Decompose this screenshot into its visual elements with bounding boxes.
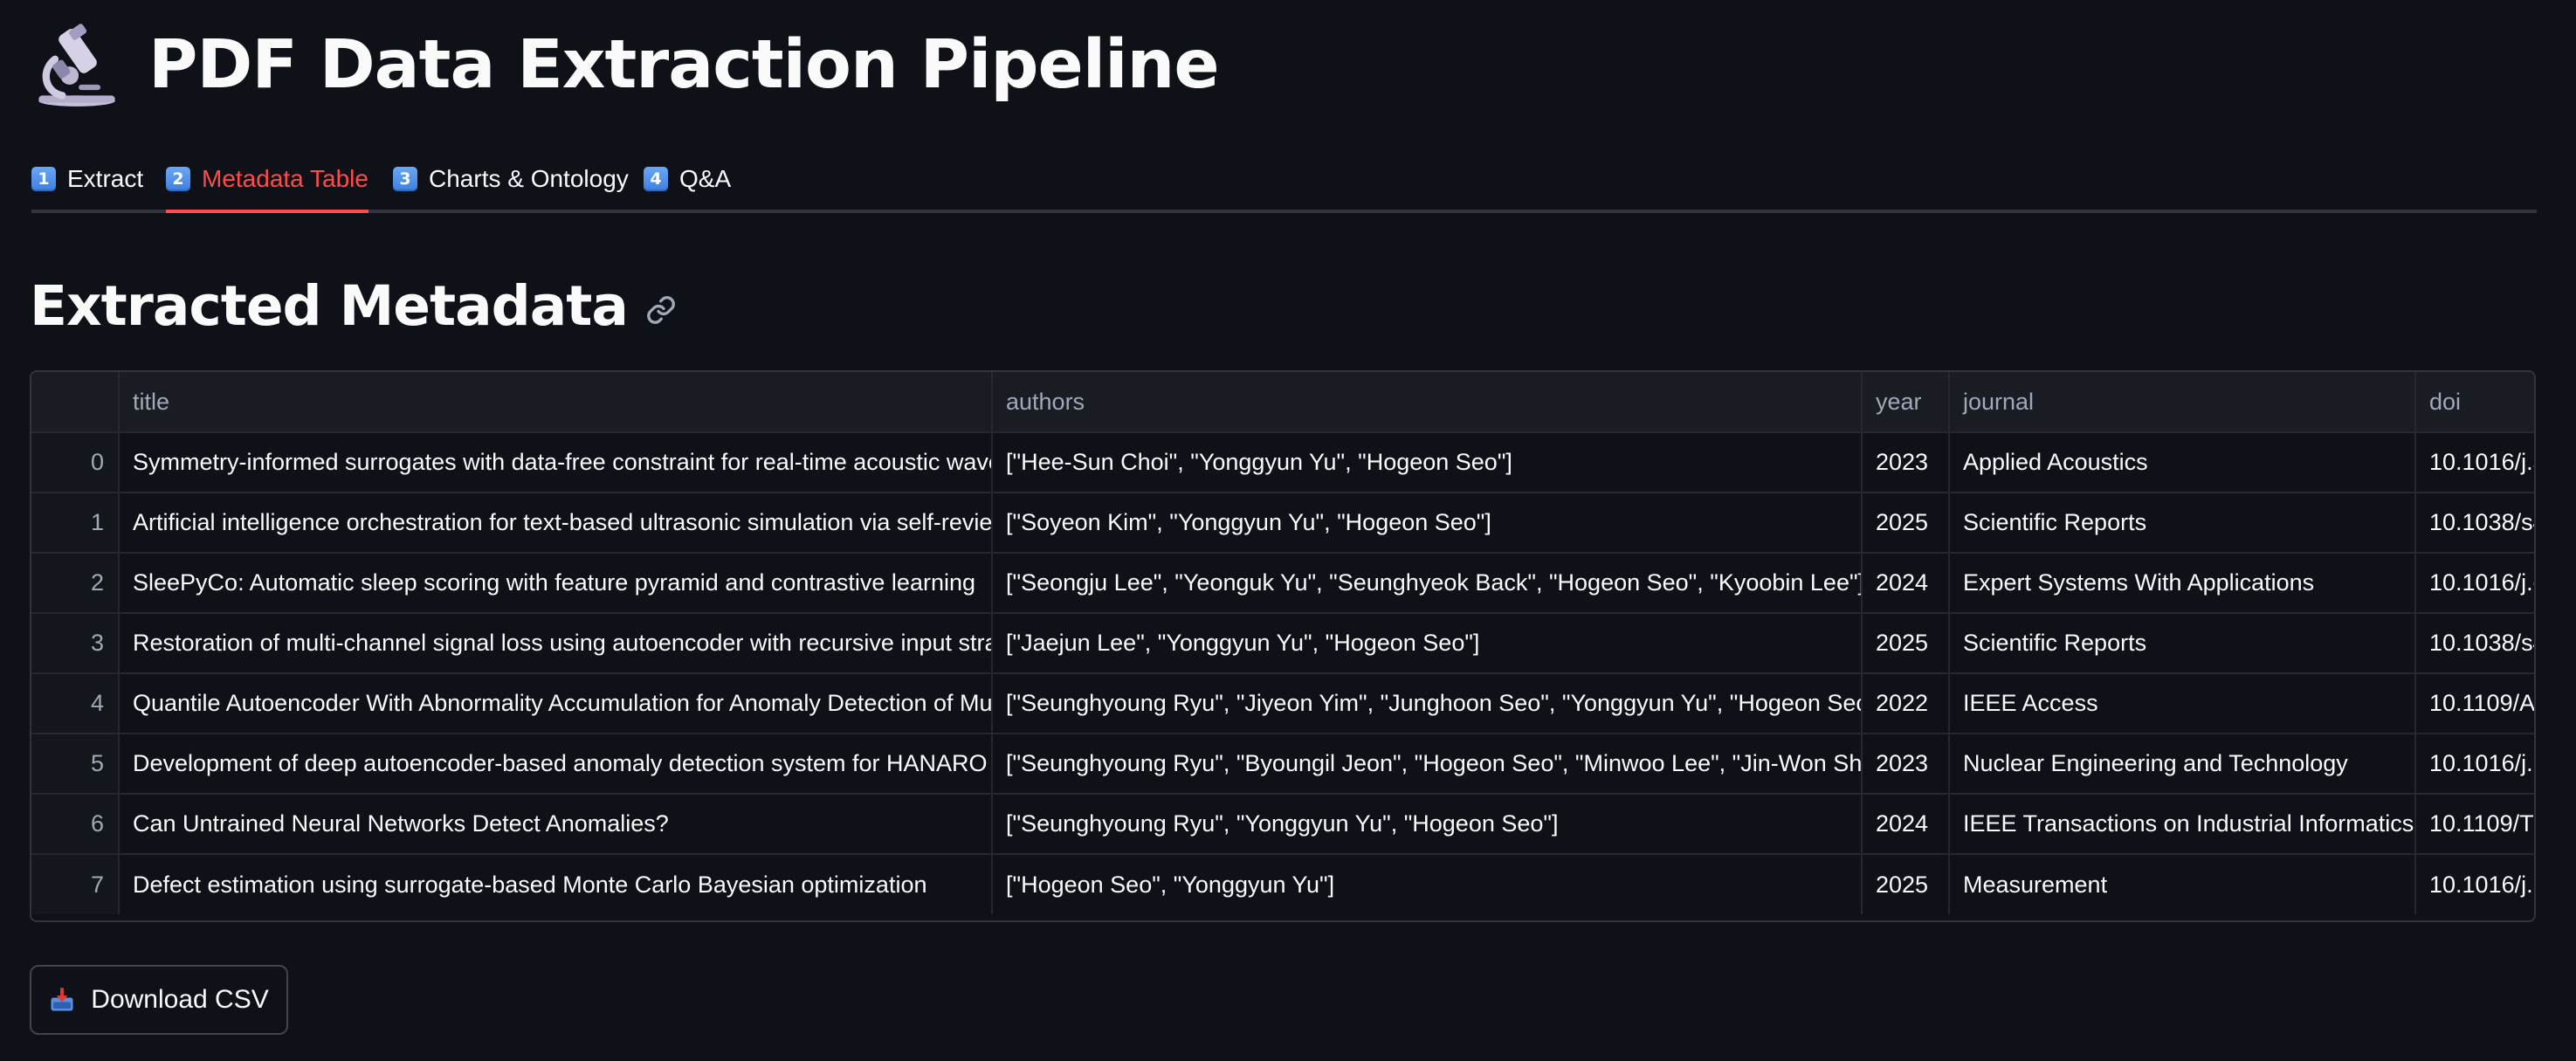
cell-doi[interactable]: 10.1016/j.e (2415, 553, 2534, 614)
cell-authors[interactable]: ["Seunghyoung Ryu", "Yonggyun Yu", "Hoge… (992, 794, 1863, 855)
tab-label: Metadata Table (202, 165, 368, 192)
cell-journal[interactable]: IEEE Transactions on Industrial Informat… (1949, 794, 2416, 855)
row-index: 0 (31, 432, 120, 493)
cell-doi[interactable]: 10.1016/j.n (2415, 734, 2534, 795)
row-index: 6 (31, 794, 120, 855)
column-header-journal[interactable]: journal (1949, 372, 2416, 433)
cell-journal[interactable]: Measurement (1949, 854, 2416, 914)
cell-authors[interactable]: ["Jaejun Lee", "Yonggyun Yu", "Hogeon Se… (992, 613, 1863, 674)
tab-charts-ontology[interactable]: 3 Charts & Ontology (393, 148, 629, 210)
row-index: 2 (31, 553, 120, 614)
table-row: 3 Restoration of multi-channel signal lo… (31, 613, 2534, 674)
cell-year[interactable]: 2024 (1862, 794, 1950, 855)
cell-year[interactable]: 2023 (1862, 734, 1950, 795)
tab-qa[interactable]: 4 Q&A (644, 148, 731, 210)
cell-title[interactable]: Restoration of multi-channel signal loss… (119, 613, 993, 674)
section-heading: Extracted Metadata (30, 262, 677, 349)
cell-title[interactable]: Development of deep autoencoder-based an… (119, 734, 993, 795)
cell-year[interactable]: 2023 (1862, 432, 1950, 493)
cell-authors[interactable]: ["Seongju Lee", "Yeonguk Yu", "Seunghyeo… (992, 553, 1863, 614)
row-index: 4 (31, 673, 120, 734)
cell-journal[interactable]: Nuclear Engineering and Technology (1949, 734, 2416, 795)
cell-doi[interactable]: 10.1016/j.a (2415, 432, 2534, 493)
keycap-4-icon: 4 (644, 167, 668, 191)
row-index: 1 (31, 493, 120, 554)
app-header: PDF Data Extraction Pipeline (31, 12, 1220, 117)
cell-year[interactable]: 2022 (1862, 673, 1950, 734)
cell-authors[interactable]: ["Seunghyoung Ryu", "Byoungil Jeon", "Ho… (992, 734, 1863, 795)
cell-title[interactable]: Can Untrained Neural Networks Detect Ano… (119, 794, 993, 855)
keycap-2-icon: 2 (166, 167, 190, 191)
tab-label: Q&A (679, 165, 732, 192)
cell-authors[interactable]: ["Hogeon Seo", "Yonggyun Yu"] (992, 854, 1863, 914)
cell-year[interactable]: 2025 (1862, 854, 1950, 914)
link-icon[interactable] (645, 294, 677, 326)
tab-label: Extract (67, 165, 144, 192)
column-header-index (31, 372, 120, 433)
table-row: 0 Symmetry-informed surrogates with data… (31, 432, 2534, 493)
table-row: 5 Development of deep autoencoder-based … (31, 734, 2534, 795)
tab-metadata-table[interactable]: 2 Metadata Table (166, 148, 368, 213)
cell-year[interactable]: 2025 (1862, 493, 1950, 554)
inbox-tray-icon (51, 988, 73, 1011)
tab-extract[interactable]: 1 Extract (31, 148, 143, 210)
cell-doi[interactable]: 10.1109/TI (2415, 794, 2534, 855)
column-header-title[interactable]: title (119, 372, 993, 433)
cell-title[interactable]: Quantile Autoencoder With Abnormality Ac… (119, 673, 993, 734)
cell-journal[interactable]: Scientific Reports (1949, 613, 2416, 674)
cell-doi[interactable]: 10.1038/s4 (2415, 613, 2534, 674)
table-row: 7 Defect estimation using surrogate-base… (31, 854, 2534, 914)
row-index: 7 (31, 854, 120, 914)
column-header-doi[interactable]: doi (2415, 372, 2534, 433)
cell-doi[interactable]: 10.1016/j.n (2415, 854, 2534, 914)
cell-doi[interactable]: 10.1038/s4 (2415, 493, 2534, 554)
table-row: 4 Quantile Autoencoder With Abnormality … (31, 673, 2534, 734)
app-title: PDF Data Extraction Pipeline (148, 25, 1220, 104)
cell-journal[interactable]: IEEE Access (1949, 673, 2416, 734)
cell-year[interactable]: 2025 (1862, 613, 1950, 674)
cell-journal[interactable]: Expert Systems With Applications (1949, 553, 2416, 614)
cell-journal[interactable]: Scientific Reports (1949, 493, 2416, 554)
metadata-dataframe[interactable]: title authors year journal doi 0 Symmetr… (30, 370, 2536, 922)
table-row: 2 SleePyCo: Automatic sleep scoring with… (31, 553, 2534, 614)
cell-authors[interactable]: ["Soyeon Kim", "Yonggyun Yu", "Hogeon Se… (992, 493, 1863, 554)
column-header-year[interactable]: year (1862, 372, 1950, 433)
cell-title[interactable]: Symmetry-informed surrogates with data-f… (119, 432, 993, 493)
cell-title[interactable]: Artificial intelligence orchestration fo… (119, 493, 993, 554)
section-title: Extracted Metadata (30, 273, 629, 338)
cell-authors[interactable]: ["Seunghyoung Ryu", "Jiyeon Yim", "Jungh… (992, 673, 1863, 734)
table-row: 6 Can Untrained Neural Networks Detect A… (31, 794, 2534, 855)
keycap-3-icon: 3 (393, 167, 417, 191)
column-header-authors[interactable]: authors (992, 372, 1863, 433)
cell-title[interactable]: Defect estimation using surrogate-based … (119, 854, 993, 914)
tab-bar: 1 Extract 2 Metadata Table 3 Charts & On… (31, 148, 2537, 213)
metadata-table: title authors year journal doi 0 Symmetr… (31, 372, 2534, 914)
cell-authors[interactable]: ["Hee-Sun Choi", "Yonggyun Yu", "Hogeon … (992, 432, 1863, 493)
cell-doi[interactable]: 10.1109/AC (2415, 673, 2534, 734)
download-csv-button[interactable]: Download CSV (30, 965, 288, 1035)
cell-journal[interactable]: Applied Acoustics (1949, 432, 2416, 493)
cell-title[interactable]: SleePyCo: Automatic sleep scoring with f… (119, 553, 993, 614)
row-index: 3 (31, 613, 120, 674)
app-page: PDF Data Extraction Pipeline 1 Extract 2… (0, 0, 2576, 1061)
tab-label: Charts & Ontology (429, 165, 629, 192)
table-row: 1 Artificial intelligence orchestration … (31, 493, 2534, 554)
cell-year[interactable]: 2024 (1862, 553, 1950, 614)
microscope-icon (38, 24, 115, 107)
download-csv-label: Download CSV (91, 985, 269, 1014)
keycap-1-icon: 1 (31, 167, 56, 191)
row-index: 5 (31, 734, 120, 795)
table-header-row: title authors year journal doi (31, 372, 2534, 433)
